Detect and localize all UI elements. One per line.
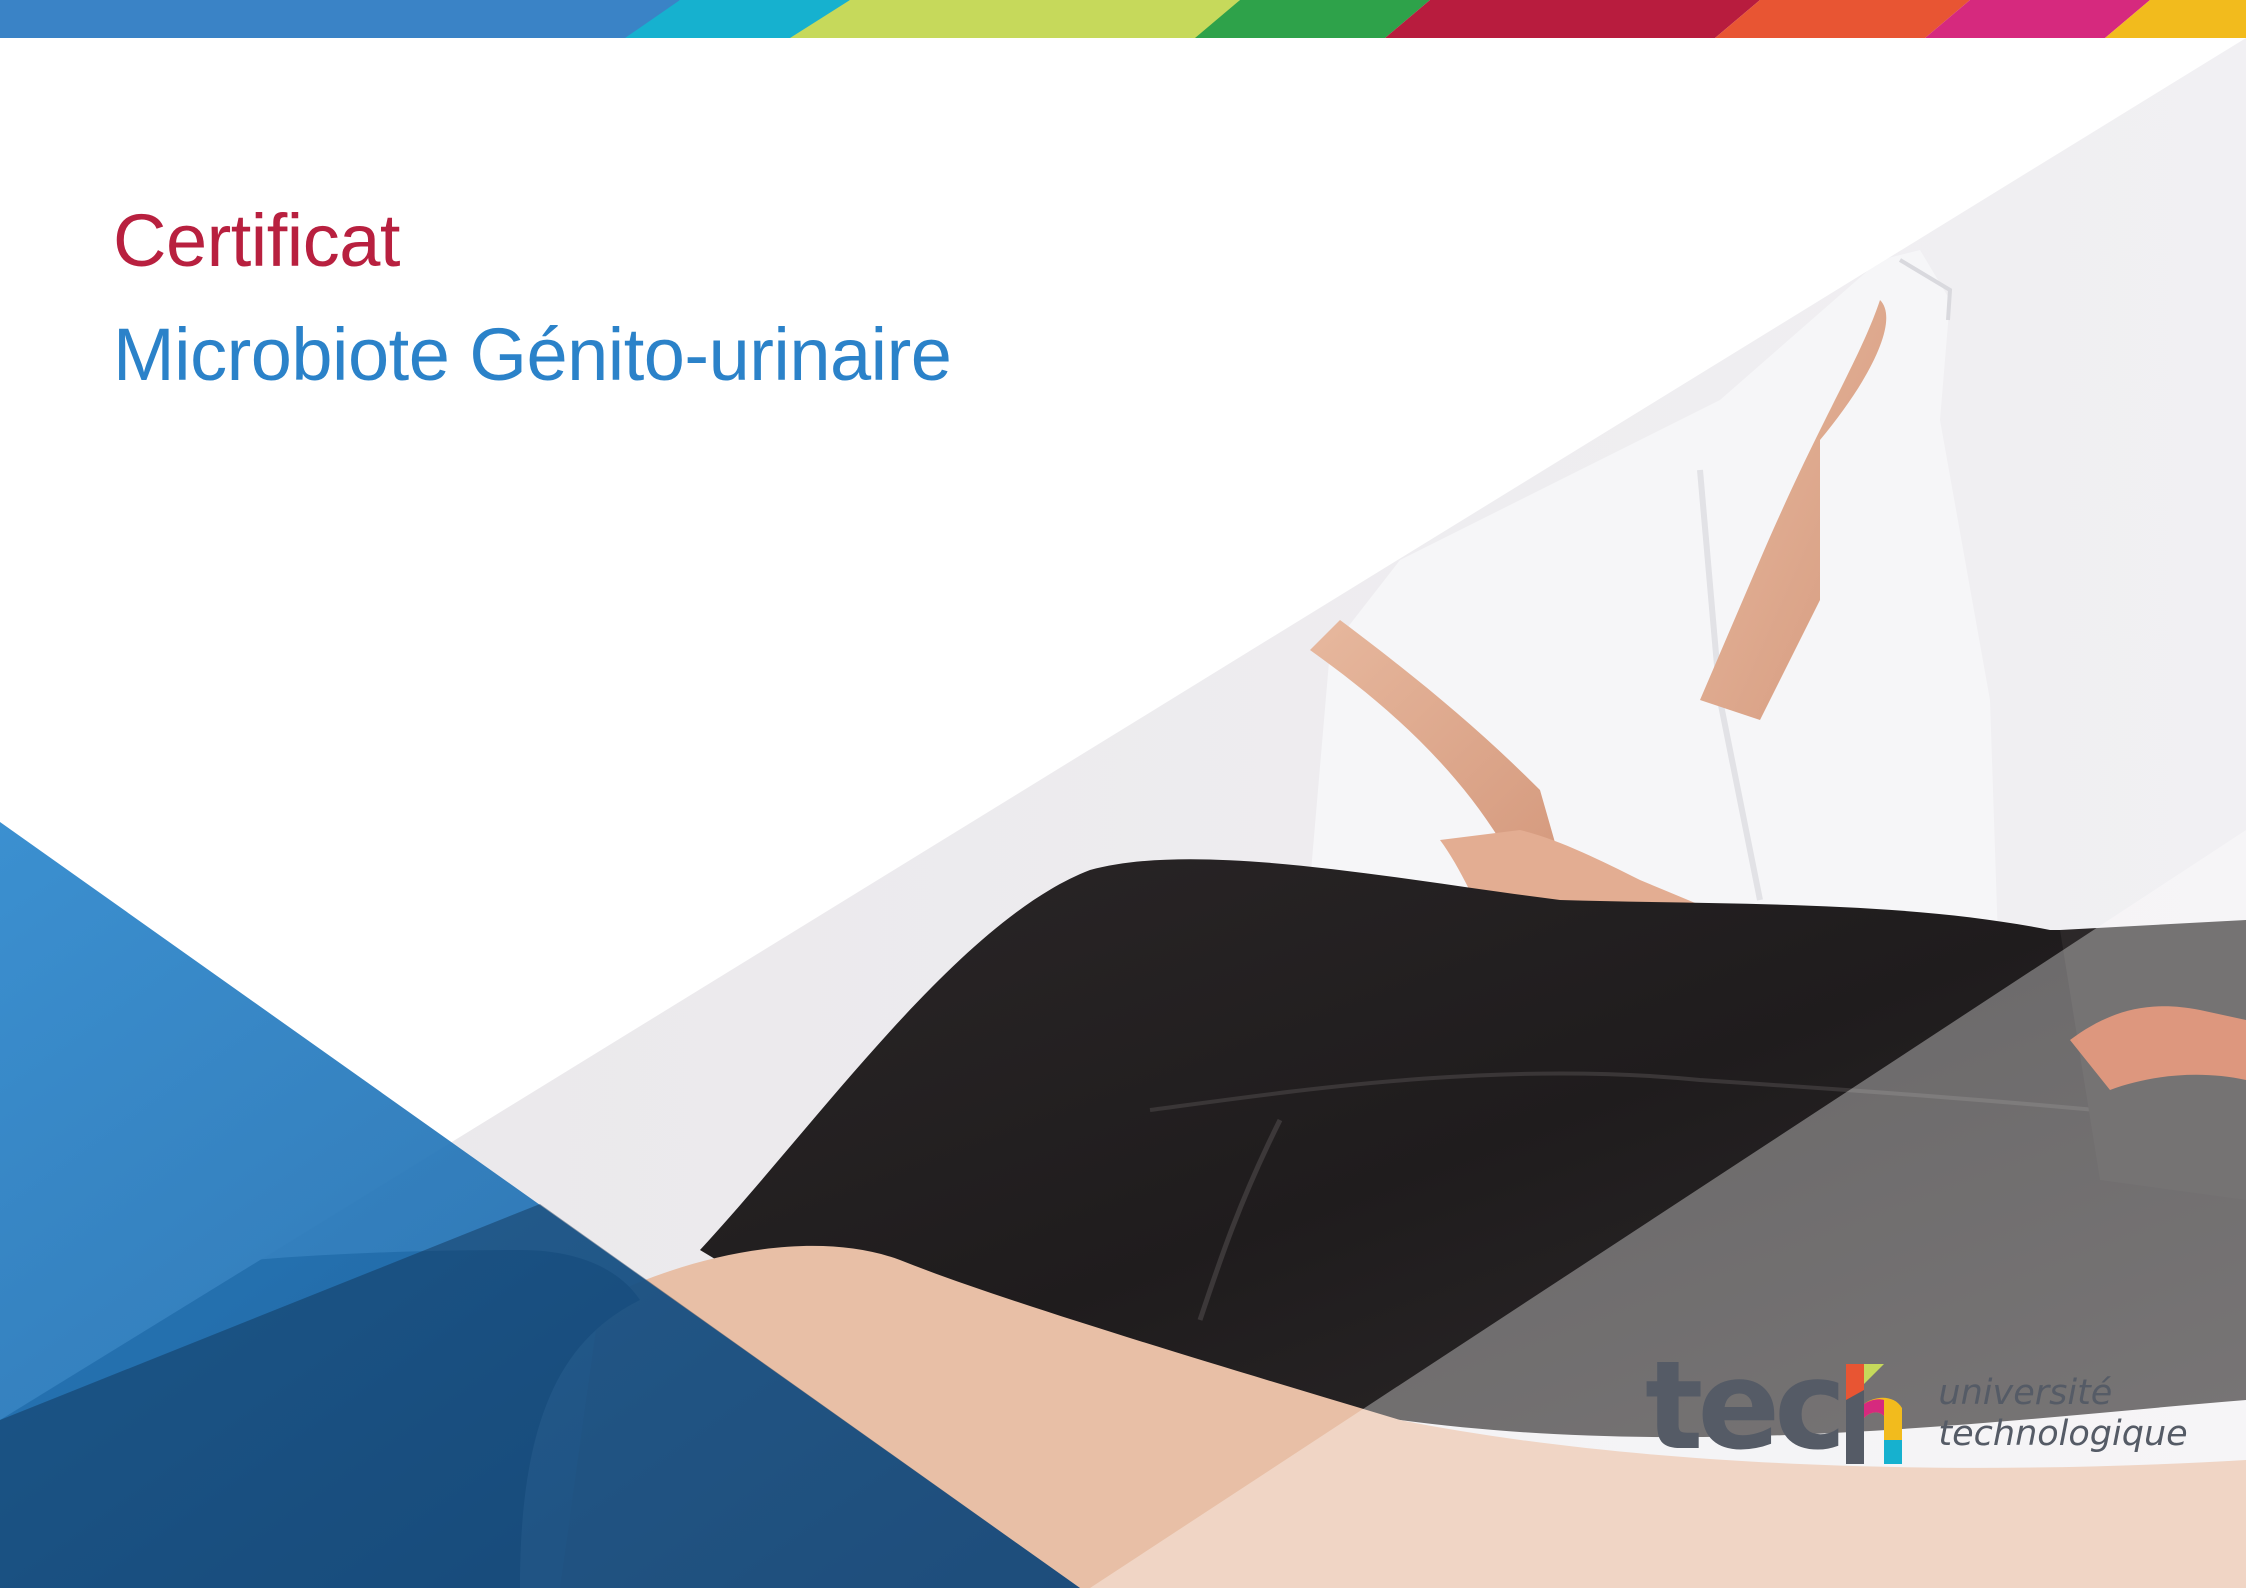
logo-wordmark: tec xyxy=(1645,1335,1846,1477)
logo-h-icon xyxy=(1846,1364,1903,1464)
program-title: Microbiote Génito-urinaire xyxy=(113,313,952,396)
logo-tagline-line2: technologique xyxy=(1938,1414,2188,1454)
tech-logo: tec université technologique xyxy=(1645,1345,2188,1472)
logo-tagline-line1: université xyxy=(1938,1372,2113,1413)
certificate-cover: Certificat Microbiote Génito-urinaire te… xyxy=(0,0,2246,1588)
top-color-stripe xyxy=(0,0,2246,38)
logo-tagline: université technologique xyxy=(1938,1373,2187,1456)
certificate-title: Certificat xyxy=(113,199,400,282)
